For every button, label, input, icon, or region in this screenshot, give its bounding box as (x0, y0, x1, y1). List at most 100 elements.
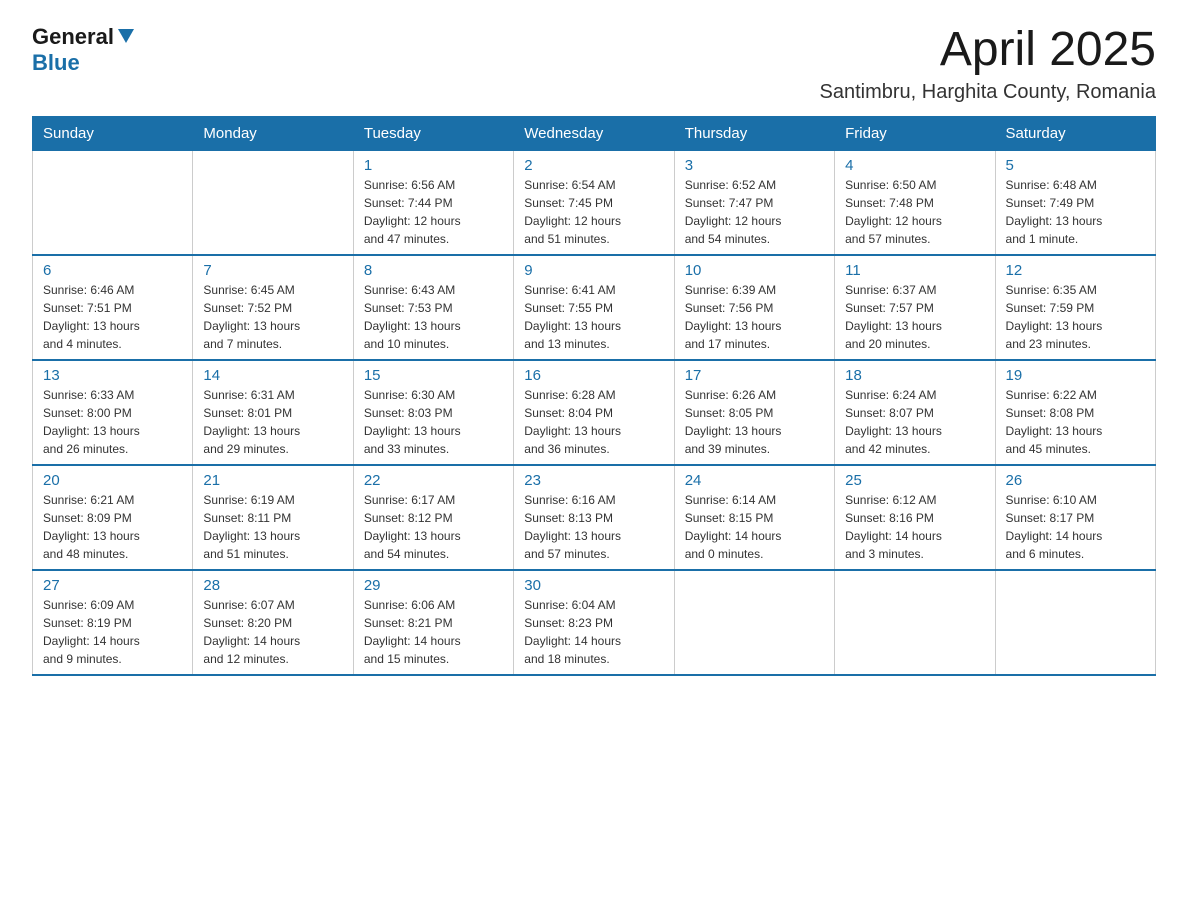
calendar-table: SundayMondayTuesdayWednesdayThursdayFrid… (32, 116, 1156, 676)
day-info: Sunrise: 6:17 AM Sunset: 8:12 PM Dayligh… (364, 491, 503, 563)
logo-general: General (32, 24, 114, 50)
calendar-cell: 4 Sunrise: 6:50 AM Sunset: 7:48 PM Daylig… (835, 150, 995, 255)
calendar-cell: 8 Sunrise: 6:43 AM Sunset: 7:53 PM Daylig… (353, 255, 513, 360)
day-info: Sunrise: 6:04 AM Sunset: 8:23 PM Dayligh… (524, 596, 663, 668)
day-number: 18 (845, 367, 984, 384)
calendar-cell: 20 Sunrise: 6:21 AM Sunset: 8:09 PM Dayli… (33, 465, 193, 570)
day-info: Sunrise: 6:26 AM Sunset: 8:05 PM Dayligh… (685, 386, 824, 458)
day-number: 20 (43, 472, 182, 489)
day-number: 5 (1006, 157, 1145, 174)
calendar-cell: 6 Sunrise: 6:46 AM Sunset: 7:51 PM Daylig… (33, 255, 193, 360)
calendar-cell: 11 Sunrise: 6:37 AM Sunset: 7:57 PM Dayli… (835, 255, 995, 360)
day-number: 25 (845, 472, 984, 489)
calendar-cell: 30 Sunrise: 6:04 AM Sunset: 8:23 PM Dayli… (514, 570, 674, 675)
day-number: 1 (364, 157, 503, 174)
day-number: 30 (524, 577, 663, 594)
day-info: Sunrise: 6:52 AM Sunset: 7:47 PM Dayligh… (685, 176, 824, 248)
day-number: 14 (203, 367, 342, 384)
calendar-cell: 25Sunrise: 6:12 AM Sunset: 8:16 PM Dayli… (835, 465, 995, 570)
calendar-cell (193, 150, 353, 255)
day-info: Sunrise: 6:50 AM Sunset: 7:48 PM Dayligh… (845, 176, 984, 248)
page-header: General Blue April 2025 Santimbru, Hargh… (32, 24, 1156, 104)
weekday-header-friday: Friday (835, 116, 995, 150)
day-info: Sunrise: 6:39 AM Sunset: 7:56 PM Dayligh… (685, 281, 824, 353)
day-number: 17 (685, 367, 824, 384)
day-number: 24 (685, 472, 824, 489)
day-number: 8 (364, 262, 503, 279)
day-info: Sunrise: 6:31 AM Sunset: 8:01 PM Dayligh… (203, 386, 342, 458)
weekday-header-thursday: Thursday (674, 116, 834, 150)
day-info: Sunrise: 6:28 AM Sunset: 8:04 PM Dayligh… (524, 386, 663, 458)
day-number: 9 (524, 262, 663, 279)
weekday-header-saturday: Saturday (995, 116, 1155, 150)
day-info: Sunrise: 6:09 AM Sunset: 8:19 PM Dayligh… (43, 596, 182, 668)
day-number: 22 (364, 472, 503, 489)
day-number: 29 (364, 577, 503, 594)
day-info: Sunrise: 6:24 AM Sunset: 8:07 PM Dayligh… (845, 386, 984, 458)
day-info: Sunrise: 6:21 AM Sunset: 8:09 PM Dayligh… (43, 491, 182, 563)
day-number: 4 (845, 157, 984, 174)
month-title: April 2025 (820, 24, 1156, 77)
day-info: Sunrise: 6:37 AM Sunset: 7:57 PM Dayligh… (845, 281, 984, 353)
calendar-cell: 12 Sunrise: 6:35 AM Sunset: 7:59 PM Dayli… (995, 255, 1155, 360)
day-info: Sunrise: 6:06 AM Sunset: 8:21 PM Dayligh… (364, 596, 503, 668)
day-info: Sunrise: 6:43 AM Sunset: 7:53 PM Dayligh… (364, 281, 503, 353)
calendar-cell: 16Sunrise: 6:28 AM Sunset: 8:04 PM Dayli… (514, 360, 674, 465)
day-info: Sunrise: 6:07 AM Sunset: 8:20 PM Dayligh… (203, 596, 342, 668)
weekday-header-tuesday: Tuesday (353, 116, 513, 150)
day-number: 3 (685, 157, 824, 174)
day-number: 19 (1006, 367, 1145, 384)
calendar-cell: 24 Sunrise: 6:14 AM Sunset: 8:15 PM Dayli… (674, 465, 834, 570)
logo-blue: Blue (32, 50, 80, 75)
calendar-week-row: 1Sunrise: 6:56 AM Sunset: 7:44 PM Daylig… (33, 150, 1156, 255)
calendar-week-row: 20 Sunrise: 6:21 AM Sunset: 8:09 PM Dayli… (33, 465, 1156, 570)
day-number: 13 (43, 367, 182, 384)
day-info: Sunrise: 6:35 AM Sunset: 7:59 PM Dayligh… (1006, 281, 1145, 353)
weekday-header-sunday: Sunday (33, 116, 193, 150)
day-number: 11 (845, 262, 984, 279)
day-info: Sunrise: 6:41 AM Sunset: 7:55 PM Dayligh… (524, 281, 663, 353)
calendar-cell: 19 Sunrise: 6:22 AM Sunset: 8:08 PM Dayli… (995, 360, 1155, 465)
logo-text: General Blue (32, 24, 136, 76)
weekday-header-row: SundayMondayTuesdayWednesdayThursdayFrid… (33, 116, 1156, 150)
day-number: 10 (685, 262, 824, 279)
day-info: Sunrise: 6:19 AM Sunset: 8:11 PM Dayligh… (203, 491, 342, 563)
calendar-cell: 21Sunrise: 6:19 AM Sunset: 8:11 PM Dayli… (193, 465, 353, 570)
calendar-cell (995, 570, 1155, 675)
calendar-cell: 13 Sunrise: 6:33 AM Sunset: 8:00 PM Dayli… (33, 360, 193, 465)
calendar-cell: 15Sunrise: 6:30 AM Sunset: 8:03 PM Dayli… (353, 360, 513, 465)
calendar-cell (33, 150, 193, 255)
calendar-cell: 10 Sunrise: 6:39 AM Sunset: 7:56 PM Dayli… (674, 255, 834, 360)
day-number: 12 (1006, 262, 1145, 279)
day-info: Sunrise: 6:54 AM Sunset: 7:45 PM Dayligh… (524, 176, 663, 248)
calendar-week-row: 13 Sunrise: 6:33 AM Sunset: 8:00 PM Dayli… (33, 360, 1156, 465)
day-number: 27 (43, 577, 182, 594)
day-info: Sunrise: 6:30 AM Sunset: 8:03 PM Dayligh… (364, 386, 503, 458)
day-info: Sunrise: 6:33 AM Sunset: 8:00 PM Dayligh… (43, 386, 182, 458)
day-info: Sunrise: 6:22 AM Sunset: 8:08 PM Dayligh… (1006, 386, 1145, 458)
calendar-cell: 22 Sunrise: 6:17 AM Sunset: 8:12 PM Dayli… (353, 465, 513, 570)
day-info: Sunrise: 6:45 AM Sunset: 7:52 PM Dayligh… (203, 281, 342, 353)
logo-triangle-icon (116, 25, 136, 45)
weekday-header-monday: Monday (193, 116, 353, 150)
calendar-cell: 7 Sunrise: 6:45 AM Sunset: 7:52 PM Daylig… (193, 255, 353, 360)
day-info: Sunrise: 6:14 AM Sunset: 8:15 PM Dayligh… (685, 491, 824, 563)
calendar-cell: 18 Sunrise: 6:24 AM Sunset: 8:07 PM Dayli… (835, 360, 995, 465)
day-info: Sunrise: 6:48 AM Sunset: 7:49 PM Dayligh… (1006, 176, 1145, 248)
calendar-cell: 9 Sunrise: 6:41 AM Sunset: 7:55 PM Daylig… (514, 255, 674, 360)
title-area: April 2025 Santimbru, Harghita County, R… (820, 24, 1156, 104)
location-text: Santimbru, Harghita County, Romania (820, 81, 1156, 104)
calendar-cell: 5 Sunrise: 6:48 AM Sunset: 7:49 PM Daylig… (995, 150, 1155, 255)
day-number: 6 (43, 262, 182, 279)
day-info: Sunrise: 6:46 AM Sunset: 7:51 PM Dayligh… (43, 281, 182, 353)
calendar-week-row: 27 Sunrise: 6:09 AM Sunset: 8:19 PM Dayli… (33, 570, 1156, 675)
day-number: 2 (524, 157, 663, 174)
calendar-week-row: 6 Sunrise: 6:46 AM Sunset: 7:51 PM Daylig… (33, 255, 1156, 360)
calendar-cell: 1Sunrise: 6:56 AM Sunset: 7:44 PM Daylig… (353, 150, 513, 255)
calendar-cell: 23Sunrise: 6:16 AM Sunset: 8:13 PM Dayli… (514, 465, 674, 570)
day-info: Sunrise: 6:16 AM Sunset: 8:13 PM Dayligh… (524, 491, 663, 563)
weekday-header-wednesday: Wednesday (514, 116, 674, 150)
day-number: 7 (203, 262, 342, 279)
calendar-cell: 29 Sunrise: 6:06 AM Sunset: 8:21 PM Dayli… (353, 570, 513, 675)
calendar-cell (835, 570, 995, 675)
